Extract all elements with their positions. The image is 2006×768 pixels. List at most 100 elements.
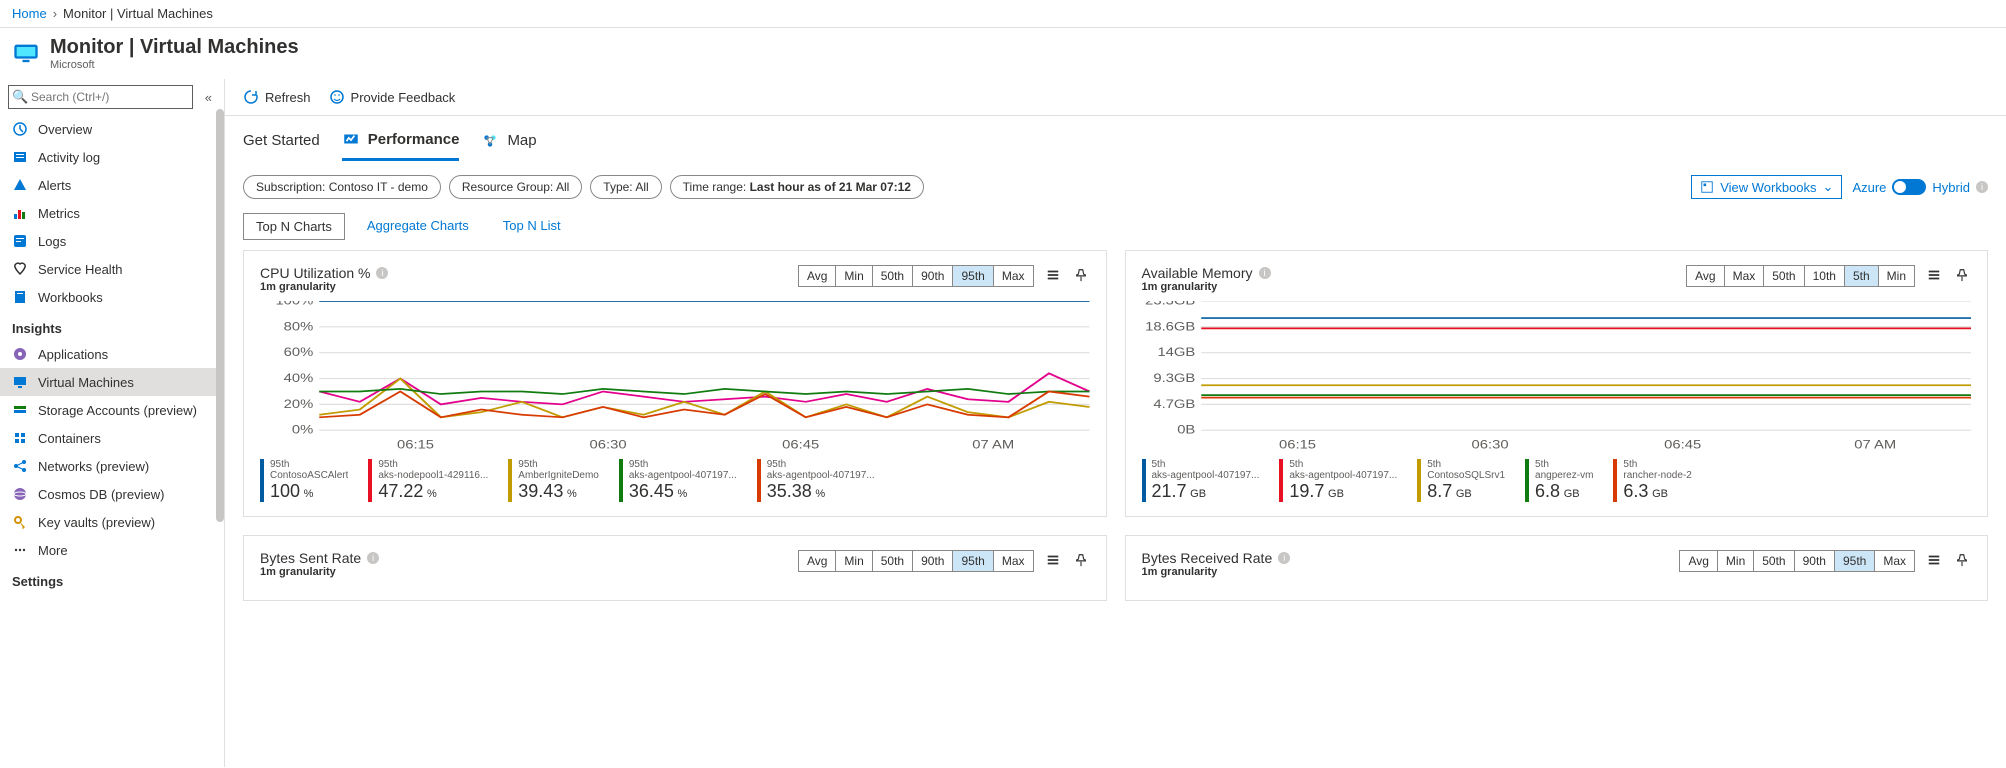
seg-95th[interactable]: 95th [953, 551, 993, 571]
page-header: Monitor | Virtual Machines Microsoft [0, 28, 2006, 79]
sidebar-item-overview[interactable]: Overview [0, 115, 224, 143]
nav-label: Storage Accounts (preview) [38, 403, 197, 418]
legend-item[interactable]: 5th angperez-vm 6.8 GB [1525, 459, 1593, 502]
legend-item[interactable]: 95th ContosoASCAlert 100 % [260, 459, 348, 502]
legend-item[interactable]: 5th aks-agentpool-407197... 19.7 GB [1279, 459, 1397, 502]
view-workbooks-button[interactable]: View Workbooks ⌄ [1691, 175, 1842, 199]
seg-95th[interactable]: 95th [1835, 551, 1875, 571]
legend-item[interactable]: 5th ContosoSQLSrv1 8.7 GB [1417, 459, 1505, 502]
seg-min[interactable]: Min [1718, 551, 1754, 571]
filter-subscription[interactable]: Subscription: Contoso IT - demo [243, 175, 441, 199]
filter-resource-group[interactable]: Resource Group: All [449, 175, 582, 199]
pin-icon[interactable] [1072, 266, 1090, 287]
list-view-icon[interactable] [1925, 551, 1943, 572]
sub-tabs: Top N Charts Aggregate Charts Top N List [225, 213, 2006, 250]
tab-get-started[interactable]: Get Started [243, 130, 320, 161]
seg-90th[interactable]: 90th [913, 266, 953, 286]
feedback-button[interactable]: Provide Feedback [329, 89, 456, 105]
seg-95th[interactable]: 95th [953, 266, 993, 286]
sidebar-item-alerts[interactable]: Alerts [0, 171, 224, 199]
chart-legend: 5th aks-agentpool-407197... 21.7 GB 5th … [1142, 459, 1972, 502]
seg-50th[interactable]: 50th [1754, 551, 1794, 571]
svg-text:18.6GB: 18.6GB [1145, 320, 1195, 333]
nav-label: Alerts [38, 178, 71, 193]
tab-performance[interactable]: Performance [342, 130, 460, 161]
sidebar-item-health[interactable]: Service Health [0, 255, 224, 283]
sidebar-item-logs[interactable]: Logs [0, 227, 224, 255]
pin-icon[interactable] [1072, 551, 1090, 572]
scrollbar[interactable] [216, 109, 224, 522]
sidebar-item-activity[interactable]: Activity log [0, 143, 224, 171]
info-icon[interactable]: i [367, 552, 379, 564]
sidebar-item-keyvault[interactable]: Key vaults (preview) [0, 508, 224, 536]
seg-50th[interactable]: 50th [873, 551, 913, 571]
collapse-sidebar-icon[interactable]: « [201, 90, 216, 105]
subtab-aggregate-charts[interactable]: Aggregate Charts [355, 213, 481, 240]
filter-type[interactable]: Type: All [590, 175, 661, 199]
page-title: Monitor | Virtual Machines [50, 36, 299, 59]
legend-item[interactable]: 95th aks-nodepool1-429116... 47.22 % [368, 459, 488, 502]
aggregation-selector: AvgMax50th10th5thMin [1686, 265, 1915, 287]
tab-map[interactable]: Map [481, 130, 536, 161]
legend-item[interactable]: 95th AmberIgniteDemo 39.43 % [508, 459, 599, 502]
seg-min[interactable]: Min [1879, 266, 1914, 286]
list-view-icon[interactable] [1925, 266, 1943, 287]
seg-avg[interactable]: Avg [1687, 266, 1724, 286]
list-view-icon[interactable] [1044, 551, 1062, 572]
seg-5th[interactable]: 5th [1845, 266, 1879, 286]
seg-max[interactable]: Max [1875, 551, 1914, 571]
info-icon[interactable]: i [1259, 267, 1271, 279]
seg-90th[interactable]: 90th [913, 551, 953, 571]
legend-color-bar [1613, 459, 1617, 502]
pin-icon[interactable] [1953, 551, 1971, 572]
svg-text:06:30: 06:30 [1471, 438, 1508, 451]
refresh-button[interactable]: Refresh [243, 89, 311, 105]
sidebar-item-containers[interactable]: Containers [0, 424, 224, 452]
azure-hybrid-toggle[interactable] [1892, 179, 1926, 195]
sidebar-item-more[interactable]: More [0, 536, 224, 564]
legend-color-bar [368, 459, 372, 502]
seg-50th[interactable]: 50th [1764, 266, 1804, 286]
legend-item[interactable]: 95th aks-agentpool-407197... 35.38 % [757, 459, 875, 502]
sidebar-search-input[interactable] [8, 85, 193, 109]
seg-avg[interactable]: Avg [799, 551, 836, 571]
chart-granularity: 1m granularity [1142, 566, 1291, 578]
seg-min[interactable]: Min [836, 551, 872, 571]
legend-color-bar [1525, 459, 1529, 502]
sidebar-item-apps[interactable]: Applications [0, 340, 224, 368]
logs-icon [12, 233, 28, 249]
sidebar-item-networks[interactable]: Networks (preview) [0, 452, 224, 480]
seg-50th[interactable]: 50th [873, 266, 913, 286]
subtab-top-n-list[interactable]: Top N List [491, 213, 573, 240]
aggregation-selector: AvgMin50th90th95thMax [1679, 550, 1915, 572]
sidebar-item-storage[interactable]: Storage Accounts (preview) [0, 396, 224, 424]
info-icon[interactable]: i [1976, 181, 1988, 193]
sidebar-item-workbooks[interactable]: Workbooks [0, 283, 224, 311]
sidebar-item-metrics[interactable]: Metrics [0, 199, 224, 227]
filter-time-range[interactable]: Time range: Last hour as of 21 Mar 07:12 [670, 175, 924, 199]
seg-min[interactable]: Min [836, 266, 872, 286]
seg-max[interactable]: Max [1725, 266, 1765, 286]
legend-stat: 5th [1289, 459, 1397, 470]
breadcrumb-home[interactable]: Home [12, 6, 47, 21]
sidebar-item-cosmos[interactable]: Cosmos DB (preview) [0, 480, 224, 508]
seg-max[interactable]: Max [994, 551, 1033, 571]
nav-section-settings: Settings [0, 564, 224, 593]
seg-avg[interactable]: Avg [799, 266, 836, 286]
legend-stat: 95th [629, 459, 737, 470]
info-icon[interactable]: i [1278, 552, 1290, 564]
seg-max[interactable]: Max [994, 266, 1033, 286]
seg-10th[interactable]: 10th [1805, 266, 1845, 286]
seg-90th[interactable]: 90th [1795, 551, 1835, 571]
seg-avg[interactable]: Avg [1680, 551, 1717, 571]
subtab-top-n-charts[interactable]: Top N Charts [243, 213, 345, 240]
info-icon[interactable]: i [376, 267, 388, 279]
legend-value: 47.22 [378, 481, 423, 501]
pin-icon[interactable] [1953, 266, 1971, 287]
nav-label: Containers [38, 431, 101, 446]
legend-item[interactable]: 95th aks-agentpool-407197... 36.45 % [619, 459, 737, 502]
sidebar-item-vm[interactable]: Virtual Machines [0, 368, 224, 396]
list-view-icon[interactable] [1044, 266, 1062, 287]
legend-item[interactable]: 5th rancher-node-2 6.3 GB [1613, 459, 1691, 502]
legend-item[interactable]: 5th aks-agentpool-407197... 21.7 GB [1142, 459, 1260, 502]
